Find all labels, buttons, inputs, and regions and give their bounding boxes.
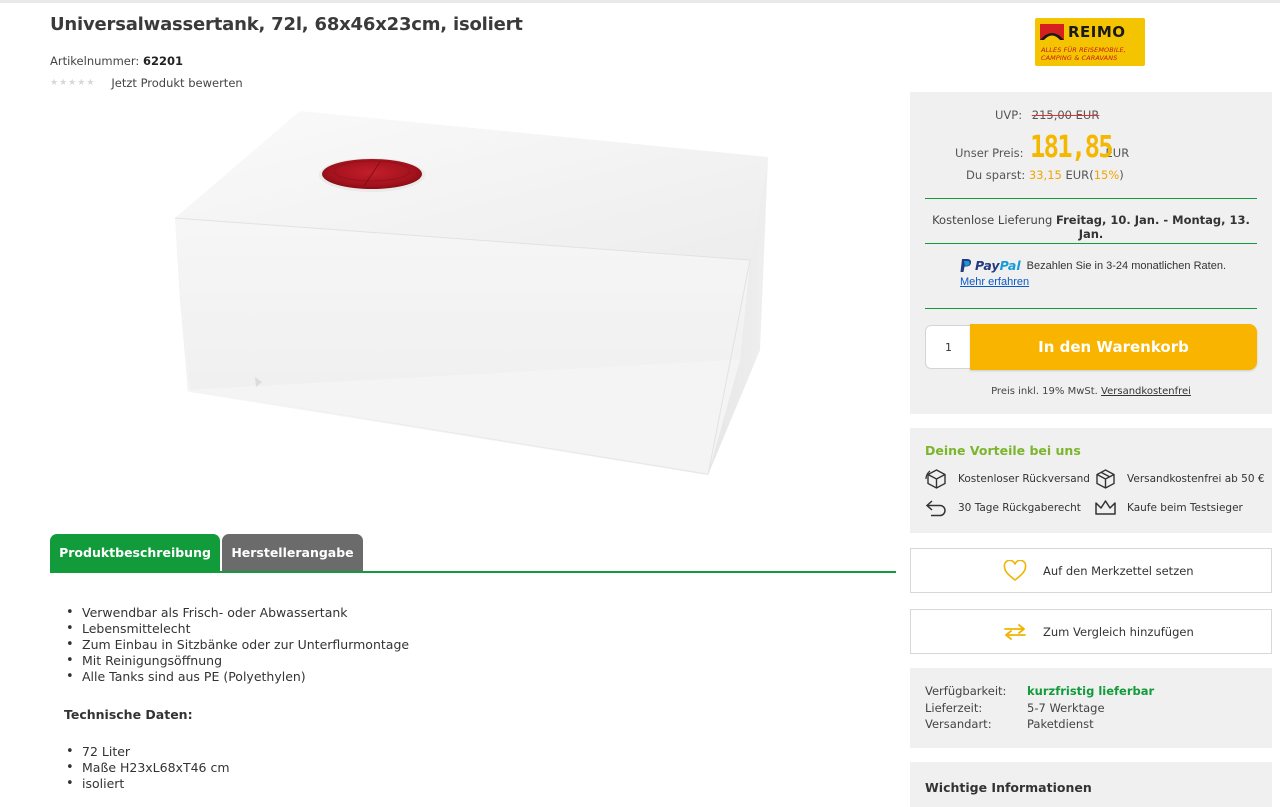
list-item: 72 Liter (64, 744, 230, 760)
benefit-label: Kostenloser Rückversand (958, 473, 1090, 485)
add-to-cart-button[interactable]: In den Warenkorb (970, 324, 1257, 370)
top-border (0, 0, 1280, 3)
logo-tagline: ALLES FÜR REISEMOBILE, CAMPING & CARAVAN… (1041, 46, 1126, 62)
list-item: Verwendbar als Frisch- oder Abwassertank (64, 605, 409, 621)
product-image[interactable] (160, 100, 780, 490)
paypal-icon (960, 259, 972, 272)
savings-percent: 15% (1093, 168, 1120, 182)
benefit-free-shipping: Versandkostenfrei ab 50 € (1094, 468, 1265, 490)
delivery-info: Kostenlose Lieferung Freitag, 10. Jan. -… (925, 213, 1257, 241)
article-number-value: 62201 (142, 54, 183, 68)
benefit-free-return: Kostenloser Rückversand (925, 468, 1090, 490)
logo-tagline-line: ALLES FÜR REISEMOBILE, (1041, 46, 1126, 54)
shipping-method-label: Versandart: (925, 717, 992, 731)
savings-paren: ) (1119, 168, 1124, 182)
vat-text: Preis inkl. 19% MwSt. (991, 386, 1098, 397)
list-item: Zum Einbau in Sitzbänke oder zur Unterfl… (64, 637, 409, 653)
delivery-prefix: Kostenlose Lieferung (932, 213, 1053, 227)
uvp-label: UVP: (995, 108, 1023, 122)
paypal-logo-part: Pay (975, 258, 1000, 273)
star-icon: ★ (77, 78, 86, 88)
rating-stars[interactable]: ★ ★ ★ ★ ★ (50, 77, 94, 89)
brand-logo[interactable]: REIMO ALLES FÜR REISEMOBILE, CAMPING & C… (1035, 18, 1145, 66)
article-number: Artikelnummer: 62201 (50, 54, 183, 68)
shipping-free-link[interactable]: Versandkostenfrei (1101, 386, 1191, 397)
availability-row: Verfügbarkeit: kurzfristig lieferbar (925, 684, 1154, 698)
divider (925, 243, 1257, 244)
availability-label: Verfügbarkeit: (925, 684, 1007, 698)
delivery-time-row: Lieferzeit: 5-7 Werktage (925, 701, 1105, 715)
paypal-logo: PayPal (975, 258, 1021, 273)
divider (925, 308, 1257, 309)
compare-button[interactable]: Zum Vergleich hinzufügen (910, 609, 1272, 654)
uvp: UVP: 215,00 EUR (995, 108, 1099, 122)
price-value: 181,85 (1029, 130, 1114, 165)
wishlist-button[interactable]: Auf den Merkzettel setzen (910, 548, 1272, 593)
list-item: Lebensmittelecht (64, 621, 409, 637)
benefit-label: Versandkostenfrei ab 50 € (1127, 473, 1265, 485)
shipping-method-row: Versandart: Paketdienst (925, 717, 1094, 731)
availability-value: kurzfristig lieferbar (1027, 684, 1155, 698)
tech-data-heading: Technische Daten: (64, 707, 193, 722)
savings-currency: EUR (1065, 168, 1090, 182)
package-icon (1096, 469, 1115, 489)
divider (925, 198, 1257, 199)
crown-icon (1095, 500, 1116, 515)
article-number-label: Artikelnummer: (50, 54, 140, 68)
star-icon: ★ (59, 78, 68, 88)
star-icon: ★ (86, 78, 95, 88)
box-return-icon (925, 469, 946, 489)
quantity-input[interactable]: 1 (925, 325, 971, 369)
description-list: Verwendbar als Frisch- oder Abwassertank… (64, 605, 409, 685)
star-icon: ★ (68, 78, 77, 88)
price-label: Unser Preis: (955, 146, 1024, 160)
benefit-label: 30 Tage Rückgaberecht (958, 502, 1081, 514)
wishlist-label: Auf den Merkzettel setzen (1043, 563, 1194, 578)
list-item: Maße H23xL68xT46 cm (64, 760, 230, 776)
paypal-text: Bezahlen Sie in 3-24 monatlichen Raten. (1026, 259, 1227, 272)
delivery-time-label: Lieferzeit: (925, 701, 983, 715)
paypal-logo-part: Pal (999, 258, 1021, 273)
benefit-test-winner: Kaufe beim Testsieger (1094, 497, 1243, 519)
shipping-method-value: Paketdienst (1027, 717, 1094, 731)
vat-note: Preis inkl. 19% MwSt. Versandkostenfrei (925, 386, 1257, 397)
delivery-dates: Freitag, 10. Jan. - Montag, 13. Jan. (1055, 213, 1250, 241)
list-item: Mit Reinigungsöffnung (64, 653, 409, 669)
benefit-label: Kaufe beim Testsieger (1127, 502, 1243, 514)
savings-label: Du sparst: (966, 168, 1026, 182)
tab-bar: Produktbeschreibung Herstellerangabe (50, 534, 896, 573)
compare-arrows-icon (1004, 623, 1026, 640)
benefits-title: Deine Vorteile bei uns (925, 443, 1081, 458)
tab-produktbeschreibung[interactable]: Produktbeschreibung (50, 534, 220, 571)
paypal-more-link[interactable]: Mehr erfahren (960, 276, 1226, 288)
important-info-title: Wichtige Informationen (925, 780, 1092, 795)
uvp-value: 215,00 EUR (1031, 108, 1100, 122)
compare-label: Zum Vergleich hinzufügen (1043, 624, 1194, 639)
logo-wordmark: REIMO (1040, 22, 1140, 42)
paypal-installments: PayPal Bezahlen Sie in 3-24 monatlichen … (960, 258, 1226, 288)
benefit-return-policy: 30 Tage Rückgaberecht (925, 497, 1081, 519)
page-title: Universalwassertank, 72l, 68x46x23cm, is… (50, 14, 523, 35)
list-item: isoliert (64, 776, 230, 792)
tech-data-list: 72 Liter Maße H23xL68xT46 cm isoliert (64, 744, 230, 792)
list-item: Alle Tanks sind aus PE (Polyethylen) (64, 669, 409, 685)
return-arrow-icon (925, 500, 946, 517)
rating: ★ ★ ★ ★ ★ Jetzt Produkt bewerten (50, 76, 243, 90)
star-icon: ★ (50, 78, 59, 88)
rate-product-link[interactable]: Jetzt Produkt bewerten (111, 76, 242, 90)
savings: Du sparst: 33,15 EUR(15%) (966, 168, 1124, 182)
price-row: Unser Preis: 181,85 EUR (955, 130, 1129, 165)
tab-herstellerangabe[interactable]: Herstellerangabe (222, 534, 363, 571)
delivery-time-value: 5-7 Werktage (1027, 701, 1105, 715)
logo-sun-icon (1040, 24, 1064, 40)
logo-tagline-line: CAMPING & CARAVANS (1041, 54, 1118, 62)
heart-icon (1003, 559, 1027, 581)
logo-text: REIMO (1068, 23, 1126, 41)
savings-amount: 33,15 (1028, 168, 1062, 182)
